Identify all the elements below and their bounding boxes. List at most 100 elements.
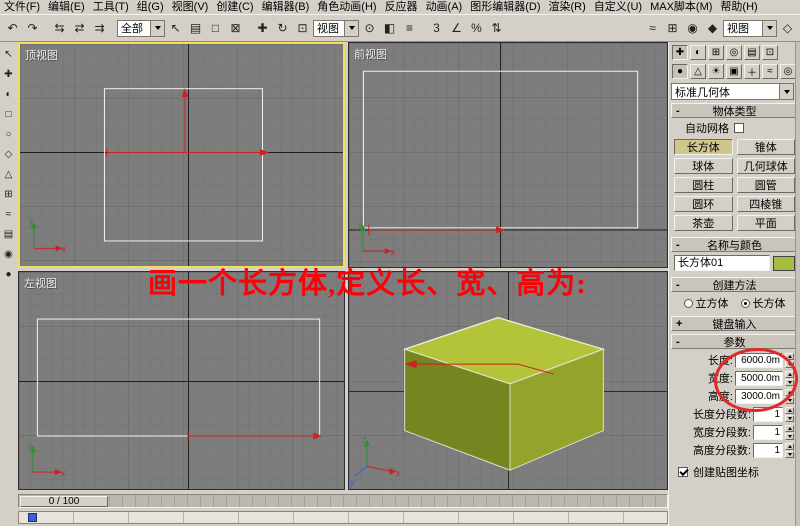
time-slider-track[interactable]: 0 / 100 bbox=[18, 494, 668, 508]
selection-filter-dropdown[interactable]: 全部 bbox=[117, 19, 165, 37]
tab-motion-icon[interactable]: ◎ bbox=[726, 45, 742, 60]
cube-radio[interactable] bbox=[683, 298, 693, 308]
menu-create[interactable]: 创建(C) bbox=[212, 0, 257, 14]
left-tool-12-icon[interactable]: ● bbox=[2, 267, 16, 281]
menu-file[interactable]: 文件(F) bbox=[0, 0, 44, 14]
select-and-scale-icon[interactable]: ⊡ bbox=[293, 18, 312, 38]
rollout-object-type[interactable]: - 物体类型 bbox=[671, 103, 798, 118]
left-tool-8-icon[interactable]: ⊞ bbox=[2, 187, 16, 201]
snap-3d-icon[interactable]: 3 bbox=[427, 18, 446, 38]
rollout-creation-method[interactable]: - 创建方法 bbox=[671, 277, 798, 292]
menu-views[interactable]: 视图(V) bbox=[168, 0, 213, 14]
width-segs-spinner[interactable] bbox=[785, 424, 794, 440]
window-crossing-icon[interactable]: ⊠ bbox=[226, 18, 245, 38]
rollout-keyboard-entry[interactable]: + 键盘输入 bbox=[671, 316, 798, 331]
track-bar[interactable] bbox=[18, 511, 668, 524]
menu-maxscript[interactable]: MAX脚本(M) bbox=[646, 0, 716, 14]
mapping-coords-checkbox[interactable] bbox=[678, 467, 688, 477]
menu-graph-editors[interactable]: 图形编辑器(D) bbox=[466, 0, 544, 14]
left-tool-7-icon[interactable]: △ bbox=[2, 167, 16, 181]
category-lights-icon[interactable]: ☀ bbox=[708, 64, 724, 79]
menu-modifiers[interactable]: 编辑器(B) bbox=[258, 0, 314, 14]
select-and-rotate-icon[interactable]: ↻ bbox=[273, 18, 292, 38]
menu-animation[interactable]: 动画(A) bbox=[422, 0, 467, 14]
cube-radio-option[interactable]: 立方体 bbox=[683, 295, 729, 311]
undo-icon[interactable]: ↶ bbox=[3, 18, 22, 38]
plane-button[interactable]: 平面 bbox=[736, 215, 795, 231]
rollout-name-color[interactable]: - 名称与颜色 bbox=[671, 237, 798, 252]
teapot-button[interactable]: 茶壶 bbox=[674, 215, 733, 231]
cylinder-button[interactable]: 圆柱 bbox=[674, 177, 733, 193]
reference-coordinate-dropdown[interactable]: 视图 bbox=[313, 19, 359, 37]
menu-group[interactable]: 组(G) bbox=[133, 0, 168, 14]
length-segs-spinner[interactable] bbox=[785, 406, 794, 422]
tab-display-icon[interactable]: ▤ bbox=[744, 45, 760, 60]
angle-snap-icon[interactable]: ∠ bbox=[447, 18, 466, 38]
menu-character[interactable]: 角色动画(H) bbox=[313, 0, 380, 14]
geosphere-button[interactable]: 几何球体 bbox=[736, 158, 795, 174]
left-tool-10-icon[interactable]: ▤ bbox=[2, 227, 16, 241]
viewport-top[interactable]: x y 顶视图 bbox=[18, 42, 345, 268]
box-radio[interactable] bbox=[740, 298, 750, 308]
category-shapes-icon[interactable]: △ bbox=[690, 64, 706, 79]
left-tool-5-icon[interactable]: ○ bbox=[2, 127, 16, 141]
material-editor-icon[interactable]: ◉ bbox=[683, 18, 702, 38]
viewport-front-canvas[interactable]: x y bbox=[349, 43, 667, 267]
cone-button[interactable]: 锥体 bbox=[736, 139, 795, 155]
menu-tools[interactable]: 工具(T) bbox=[89, 0, 133, 14]
menu-reactor[interactable]: 反应器 bbox=[381, 0, 422, 14]
use-pivot-center-icon[interactable]: ⊙ bbox=[360, 18, 379, 38]
mirror-icon[interactable]: ◧ bbox=[380, 18, 399, 38]
render-scene-icon[interactable]: ◆ bbox=[703, 18, 722, 38]
select-object-icon[interactable]: ↖ bbox=[166, 18, 185, 38]
category-helpers-icon[interactable]: ＋ bbox=[744, 64, 760, 79]
tab-hierarchy-icon[interactable]: ⊞ bbox=[708, 45, 724, 60]
category-cameras-icon[interactable]: ▣ bbox=[726, 64, 742, 79]
time-slider-handle[interactable]: 0 / 100 bbox=[20, 495, 108, 507]
tab-create-icon[interactable]: ✚ bbox=[672, 45, 688, 60]
tab-utilities-icon[interactable]: ⊡ bbox=[762, 45, 778, 60]
menu-edit[interactable]: 编辑(E) bbox=[44, 0, 89, 14]
track-bar-handle[interactable] bbox=[28, 513, 37, 522]
height-segs-field[interactable]: 1 bbox=[753, 442, 783, 458]
menu-rendering[interactable]: 渲染(R) bbox=[545, 0, 590, 14]
sphere-button[interactable]: 球体 bbox=[674, 158, 733, 174]
select-by-name-icon[interactable]: ▤ bbox=[186, 18, 205, 38]
align-icon[interactable]: ≡ bbox=[400, 18, 419, 38]
menu-customize[interactable]: 自定义(U) bbox=[590, 0, 646, 14]
panel-scrollbar[interactable] bbox=[795, 42, 800, 526]
viewport-left[interactable]: x y 左视图 bbox=[18, 271, 345, 490]
tube-button[interactable]: 圆管 bbox=[736, 177, 795, 193]
quick-render-icon[interactable]: ◇ bbox=[778, 18, 797, 38]
rollout-parameters[interactable]: - 参数 bbox=[671, 334, 798, 349]
pyramid-button[interactable]: 四棱锥 bbox=[736, 196, 795, 212]
percent-snap-icon[interactable]: % bbox=[467, 18, 486, 38]
bind-to-space-warp-icon[interactable]: ⇉ bbox=[90, 18, 109, 38]
object-name-field[interactable]: 长方体01 bbox=[674, 255, 770, 271]
width-segs-field[interactable]: 1 bbox=[753, 424, 783, 440]
viewport-top-canvas[interactable]: x y bbox=[20, 44, 343, 266]
left-tool-4-icon[interactable]: □ bbox=[2, 107, 16, 121]
menu-help[interactable]: 帮助(H) bbox=[716, 0, 761, 14]
left-tool-1-icon[interactable]: ↖ bbox=[2, 47, 16, 61]
viewport-perspective[interactable]: x z y bbox=[348, 271, 668, 490]
autogrid-checkbox[interactable] bbox=[734, 122, 744, 133]
box-button[interactable]: 长方体 bbox=[674, 139, 733, 155]
left-tool-11-icon[interactable]: ◉ bbox=[2, 247, 16, 261]
category-geometry-icon[interactable]: ● bbox=[672, 64, 688, 79]
left-tool-3-icon[interactable]: ◐ bbox=[2, 87, 16, 101]
tab-modify-icon[interactable]: ◐ bbox=[690, 45, 706, 60]
category-space-warps-icon[interactable]: ≈ bbox=[762, 64, 778, 79]
schematic-view-icon[interactable]: ⊞ bbox=[663, 18, 682, 38]
redo-icon[interactable]: ↷ bbox=[23, 18, 42, 38]
rect-selection-region-icon[interactable]: □ bbox=[206, 18, 225, 38]
object-color-swatch[interactable] bbox=[773, 255, 795, 271]
viewport-perspective-canvas[interactable]: x z y bbox=[349, 272, 667, 489]
viewport-left-canvas[interactable]: x y bbox=[19, 272, 344, 489]
height-segs-spinner[interactable] bbox=[785, 442, 794, 458]
left-tool-9-icon[interactable]: ≈ bbox=[2, 207, 16, 221]
left-tool-6-icon[interactable]: ◇ bbox=[2, 147, 16, 161]
left-tool-2-icon[interactable]: ✚ bbox=[2, 67, 16, 81]
select-and-move-icon[interactable]: ✚ bbox=[253, 18, 272, 38]
viewport-front[interactable]: x y 前视图 bbox=[348, 42, 668, 268]
